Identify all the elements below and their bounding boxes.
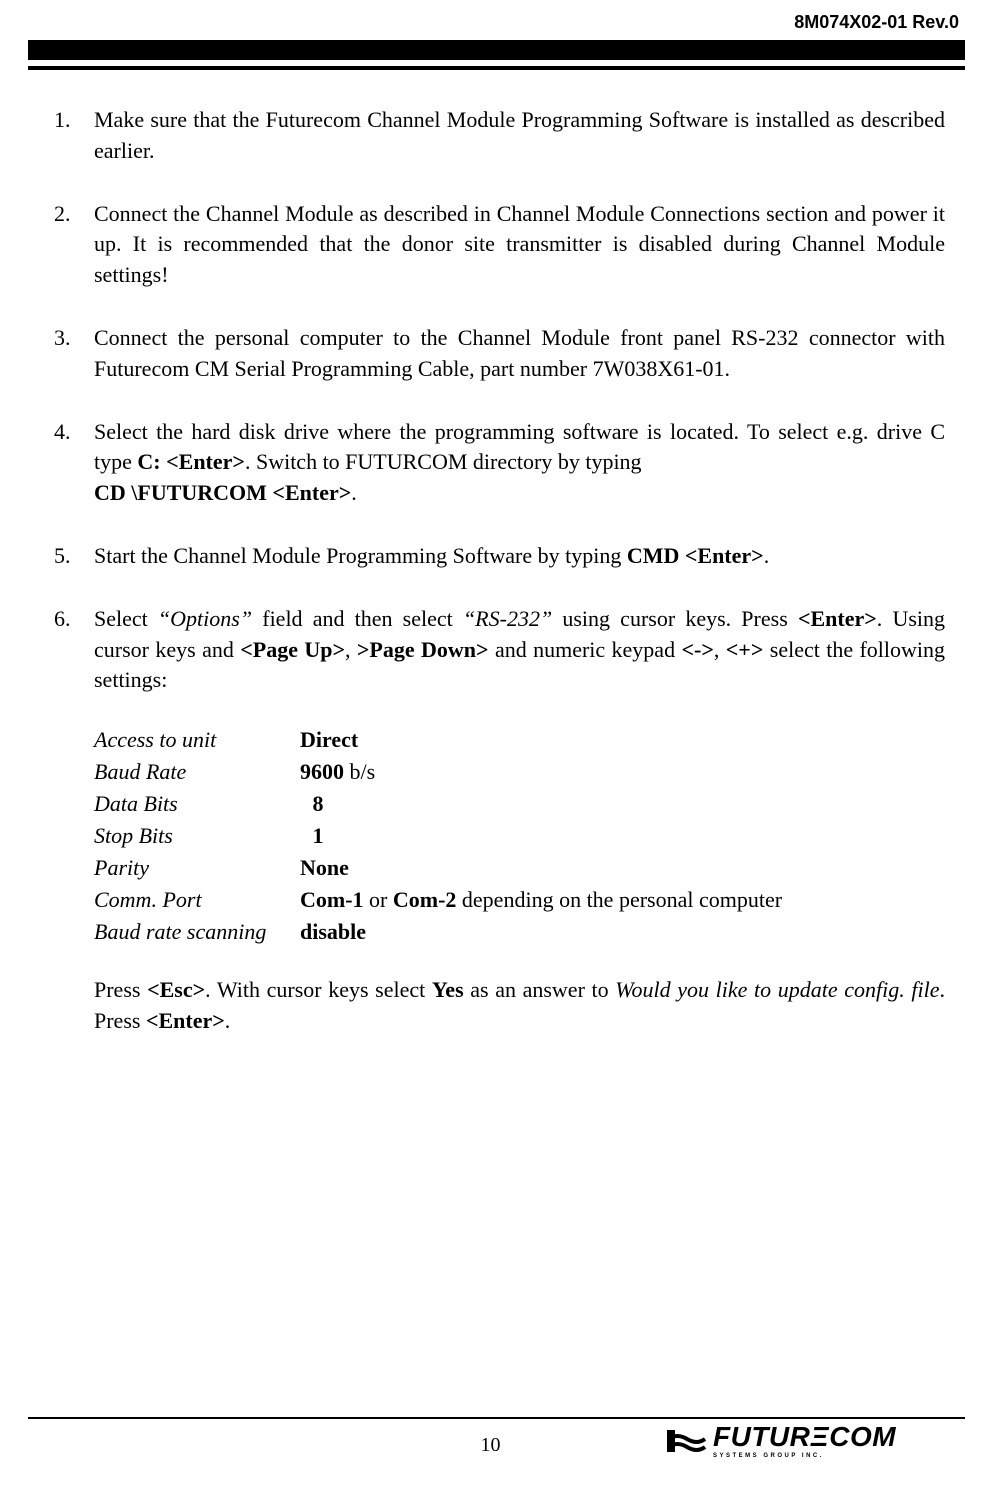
instruction-list: 1. Make sure that the Futurecom Channel M… xyxy=(40,105,945,1037)
list-item-body: Start the Channel Module Programming Sof… xyxy=(94,543,769,568)
settings-row: Baud rate scanningdisable xyxy=(94,916,945,948)
list-item: 4. Select the hard disk drive where the p… xyxy=(40,417,945,509)
settings-label: Stop Bits xyxy=(94,820,300,852)
settings-row: Data Bits8 xyxy=(94,788,945,820)
list-item-number: 2. xyxy=(54,199,71,230)
logo-mark-icon xyxy=(667,1425,707,1457)
settings-row: Access to unitDirect xyxy=(94,724,945,756)
page-content: 1. Make sure that the Futurecom Channel M… xyxy=(40,105,945,1069)
list-item-number: 6. xyxy=(54,604,71,635)
logo-text-main: FUTURΞCOM xyxy=(713,1423,896,1451)
list-item-number: 1. xyxy=(54,105,71,136)
list-item-number: 5. xyxy=(54,541,71,572)
list-item-number: 4. xyxy=(54,417,71,448)
settings-label: Parity xyxy=(94,852,300,884)
settings-value: Com-1 or Com-2 depending on the personal… xyxy=(300,884,945,916)
settings-row: Baud Rate9600 b/s xyxy=(94,756,945,788)
list-item-body: Select the hard disk drive where the pro… xyxy=(94,419,945,506)
settings-label: Access to unit xyxy=(94,724,300,756)
list-item: 1. Make sure that the Futurecom Channel M… xyxy=(40,105,945,167)
doc-id: 8M074X02-01 Rev.0 xyxy=(794,12,959,33)
list-item: 2. Connect the Channel Module as describe… xyxy=(40,199,945,291)
settings-value: 9600 b/s xyxy=(300,756,945,788)
settings-label: Baud rate scanning xyxy=(94,916,300,948)
settings-row: Comm. PortCom-1 or Com-2 depending on th… xyxy=(94,884,945,916)
list-item-outro: Press <Esc>. With cursor keys select Yes… xyxy=(94,975,945,1037)
settings-value: None xyxy=(300,852,945,884)
list-item-intro: Select “Options” field and then select “… xyxy=(94,604,945,696)
list-item: 3. Connect the personal computer to the C… xyxy=(40,323,945,385)
settings-table: Access to unitDirectBaud Rate9600 b/sDat… xyxy=(94,724,945,947)
settings-row: Stop Bits1 xyxy=(94,820,945,852)
settings-label: Baud Rate xyxy=(94,756,300,788)
list-item-number: 3. xyxy=(54,323,71,354)
list-item: 5. Start the Channel Module Programming S… xyxy=(40,541,945,572)
header-rule-thick xyxy=(28,40,965,60)
list-item: 6. Select “Options” field and then select… xyxy=(40,604,945,1037)
logo: FUTURΞCOM SYSTEMS GROUP INC. xyxy=(667,1423,957,1467)
logo-text-sub: SYSTEMS GROUP INC. xyxy=(713,1453,896,1459)
settings-label: Comm. Port xyxy=(94,884,300,916)
list-item-body: Connect the Channel Module as described … xyxy=(94,201,945,288)
settings-value: disable xyxy=(300,916,945,948)
footer-rule xyxy=(28,1417,965,1419)
settings-row: ParityNone xyxy=(94,852,945,884)
header-rule-thin xyxy=(28,66,965,70)
list-item-body: Connect the personal computer to the Cha… xyxy=(94,325,945,381)
settings-label: Data Bits xyxy=(94,788,300,820)
settings-value: 1 xyxy=(300,820,945,852)
settings-value: Direct xyxy=(300,724,945,756)
list-item-body: Make sure that the Futurecom Channel Mod… xyxy=(94,107,945,163)
settings-value: 8 xyxy=(300,788,945,820)
